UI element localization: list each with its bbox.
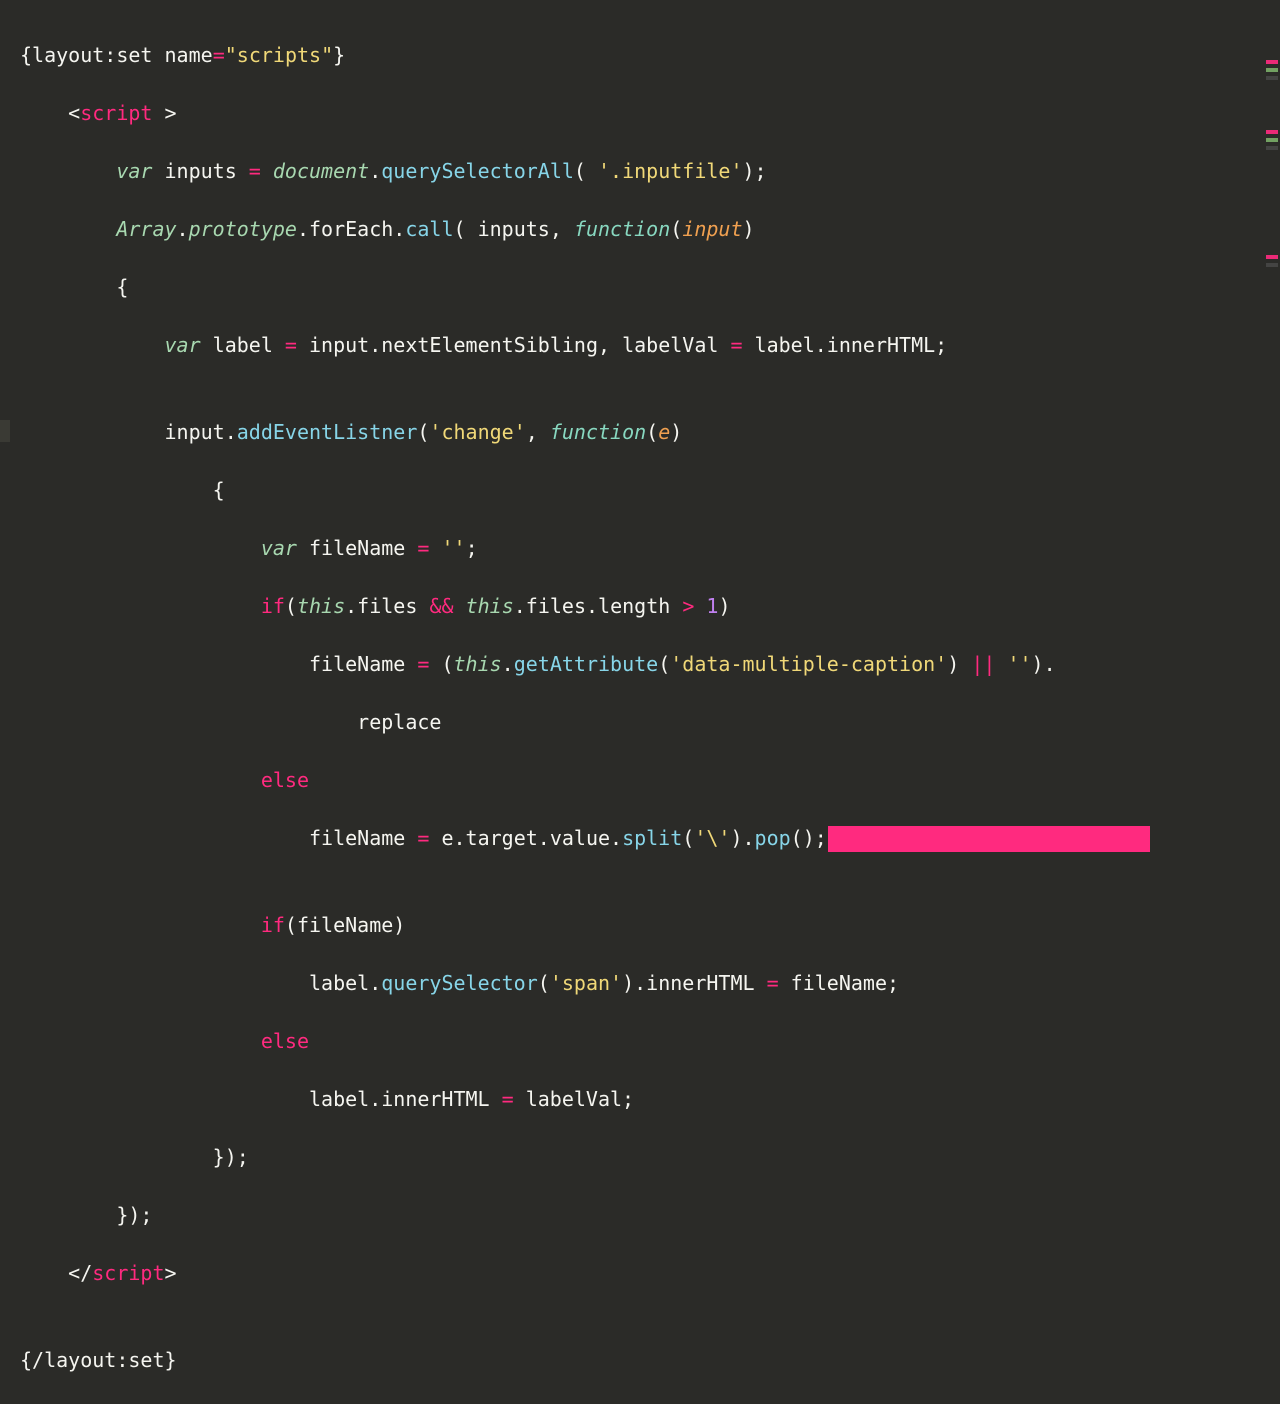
code-line[interactable]: {layout:set name="scripts"}	[20, 41, 1280, 70]
minimap-marker	[1266, 255, 1278, 259]
code-line[interactable]: if(this.files && this.files.length > 1)	[20, 592, 1280, 621]
code-line[interactable]: Array.prototype.forEach.call( inputs, fu…	[20, 215, 1280, 244]
code-line[interactable]: else	[20, 1027, 1280, 1056]
code-line[interactable]: label.innerHTML = labelVal;	[20, 1085, 1280, 1114]
code-line[interactable]: fileName = e.target.value.split('\').pop…	[20, 824, 1280, 853]
text-selection	[828, 826, 1150, 852]
code-line[interactable]: </script>	[20, 1259, 1280, 1288]
code-line[interactable]: input.addEventListner('change', function…	[20, 418, 1280, 447]
code-line[interactable]: var fileName = '';	[20, 534, 1280, 563]
code-line[interactable]: label.querySelector('span').innerHTML = …	[20, 969, 1280, 998]
minimap-marker	[1266, 146, 1278, 150]
minimap-marker	[1266, 60, 1278, 64]
code-line[interactable]: replace	[20, 708, 1280, 737]
code-line[interactable]: var label = input.nextElementSibling, la…	[20, 331, 1280, 360]
code-line[interactable]: {/layout:set}	[20, 1346, 1280, 1375]
code-line[interactable]: });	[20, 1201, 1280, 1230]
code-line[interactable]: if(fileName)	[20, 911, 1280, 940]
minimap-marker	[1266, 263, 1278, 267]
minimap-marker	[1266, 138, 1278, 142]
code-line[interactable]: });	[20, 1143, 1280, 1172]
code-line[interactable]: <script >	[20, 99, 1280, 128]
gutter-marker	[0, 420, 10, 442]
code-line[interactable]: fileName = (this.getAttribute('data-mult…	[20, 650, 1280, 679]
minimap[interactable]	[1262, 0, 1280, 759]
minimap-marker	[1266, 130, 1278, 134]
code-editor[interactable]: {layout:set name="scripts"} <script > va…	[0, 0, 1280, 1404]
code-line[interactable]: {	[20, 273, 1280, 302]
code-line[interactable]: var inputs = document.querySelectorAll( …	[20, 157, 1280, 186]
code-line[interactable]: {	[20, 476, 1280, 505]
code-line[interactable]: else	[20, 766, 1280, 795]
minimap-marker	[1266, 76, 1278, 80]
minimap-marker	[1266, 68, 1278, 72]
